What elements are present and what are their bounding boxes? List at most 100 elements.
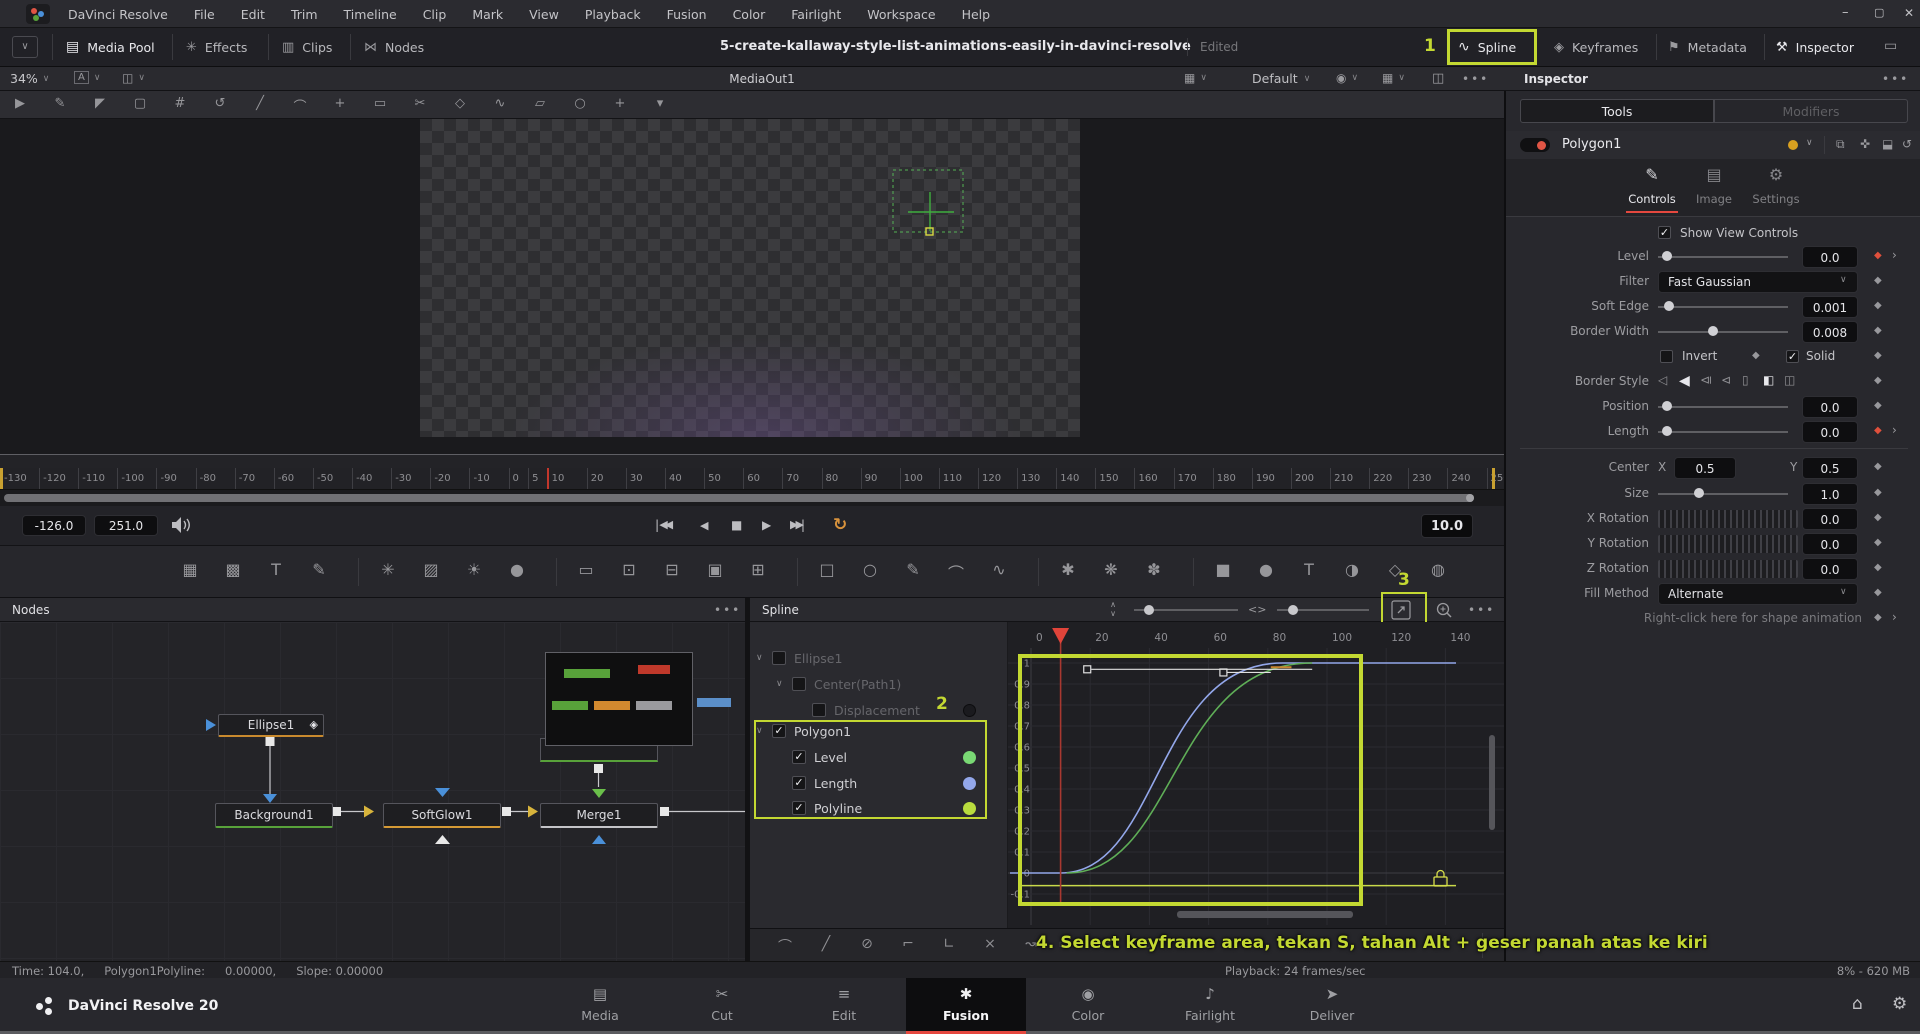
spline-hzoom-knob[interactable] — [1288, 605, 1298, 615]
level-field[interactable]: 0.0 — [1802, 246, 1858, 268]
spline-tool-icon-2[interactable]: ╱ — [816, 936, 836, 952]
loop-button[interactable]: ↻ — [833, 515, 847, 535]
menu-file[interactable]: File — [194, 7, 215, 22]
favorite-tool-icon-3[interactable]: T — [264, 560, 288, 579]
play-button[interactable]: ▶ — [762, 518, 771, 532]
viewer-tool-icon-12[interactable]: ◇ — [450, 96, 470, 111]
scrollbar-handle-dot[interactable] — [1466, 494, 1474, 502]
checkbox-displacement[interactable] — [812, 703, 826, 717]
x-rotation-thumbwheel[interactable] — [1658, 510, 1798, 528]
scrollbar-thumb[interactable] — [4, 494, 1474, 502]
favorite-tool-icon-14[interactable]: ▣ — [703, 560, 727, 579]
favorite-tool-icon-13[interactable]: ⊟ — [660, 560, 684, 579]
viewer-tool-icon-9[interactable]: + — [330, 96, 350, 111]
border-style-option-6[interactable]: ◧ — [1763, 373, 1774, 387]
keyframe-diamond[interactable]: ◆ — [1874, 562, 1882, 573]
spline-tool-icon-6[interactable]: × — [980, 936, 1000, 952]
favorite-tool-icon-6[interactable]: ✳ — [376, 560, 400, 579]
viewer-tool-icon-5[interactable]: # — [170, 96, 190, 111]
menu-help[interactable]: Help — [962, 7, 991, 22]
viewer-tool-icon-4[interactable]: ▢ — [130, 96, 150, 111]
filter-dropdown[interactable]: Fast Gaussian — [1658, 271, 1858, 293]
keyframe-diamond[interactable]: ◆ — [1874, 537, 1882, 548]
slider-knob-soft-edge[interactable] — [1664, 301, 1674, 311]
favorite-tool-icon-4[interactable]: ✎ — [307, 560, 331, 579]
menu-fusion[interactable]: Fusion — [667, 7, 707, 22]
spline-vzoom-knob[interactable] — [1144, 605, 1154, 615]
keyframe-diamond[interactable]: ◆ — [1874, 275, 1882, 286]
favorite-tool-icon-32[interactable]: ◍ — [1426, 560, 1450, 579]
media-pool-button[interactable]: ▤ Media Pool — [66, 36, 155, 58]
slider-track-length[interactable] — [1658, 431, 1788, 433]
favorite-tool-icon-15[interactable]: ⊞ — [746, 560, 770, 579]
viewer-tool-icon-7[interactable]: ╱ — [250, 96, 270, 111]
spline-tool-icon-4[interactable]: ⌐ — [898, 936, 918, 952]
z-rotation-field[interactable]: 0.0 — [1802, 558, 1858, 580]
size-field[interactable]: 1.0 — [1802, 483, 1858, 505]
window-close-button[interactable]: ✕ — [1904, 6, 1914, 20]
viewer-bottom-splitter[interactable] — [0, 454, 1504, 455]
favorite-tool-icon-11[interactable]: ▭ — [574, 560, 598, 579]
slider-knob-position[interactable] — [1662, 401, 1672, 411]
viewer-tool-icon-8[interactable]: ⌒ — [290, 96, 310, 115]
keyframe-diamond[interactable]: ◆ — [1874, 487, 1882, 498]
favorite-tool-icon-2[interactable]: ▩ — [221, 560, 245, 579]
viewer-tool-icon-11[interactable]: ✂ — [410, 96, 430, 111]
spline-tree-item-ellipse1[interactable]: ∨Ellipse1 — [750, 648, 1008, 670]
checkbox-center-path1-[interactable] — [792, 677, 806, 691]
y-rotation-thumbwheel[interactable] — [1658, 535, 1798, 553]
page-tab-deliver[interactable]: ➤Deliver — [1272, 978, 1392, 1031]
page-tab-fairlight[interactable]: ♪Fairlight — [1150, 978, 1270, 1031]
menu-trim[interactable]: Trim — [291, 7, 318, 22]
menu-davinci-resolve[interactable]: DaVinci Resolve — [68, 7, 168, 22]
step-back-button[interactable]: ◀ — [700, 519, 708, 532]
window-maximize-button[interactable]: ▢ — [1874, 6, 1884, 19]
page-tab-fusion[interactable]: ✱Fusion — [906, 978, 1026, 1031]
spline-tool-icon-5[interactable]: ∟ — [939, 936, 959, 952]
favorite-tool-icon-21[interactable]: ∿ — [987, 560, 1011, 579]
slider-track-level[interactable] — [1658, 256, 1788, 258]
slider-track-soft-edge[interactable] — [1658, 306, 1788, 308]
viewer-lut-dropdown[interactable]: Default ∨ — [1252, 71, 1310, 86]
chevron-right-icon[interactable]: › — [1892, 248, 1897, 262]
x-rotation-field[interactable]: 0.0 — [1802, 508, 1858, 530]
keyframe-diamond[interactable]: ◆ — [1752, 350, 1760, 361]
spline-vscrollbar[interactable] — [1489, 735, 1495, 830]
effects-button[interactable]: ✳ Effects — [186, 36, 247, 58]
favorite-tool-icon-18[interactable]: ○ — [858, 560, 882, 579]
node-merge1[interactable]: Merge1 — [540, 803, 658, 828]
favorite-tool-icon-17[interactable]: □ — [815, 560, 839, 579]
viewer-tool-icon-3[interactable]: ◤ — [90, 96, 110, 111]
metadata-button[interactable]: ⚑ Metadata — [1668, 36, 1747, 58]
menu-clip[interactable]: Clip — [423, 7, 447, 22]
viewer-tool-icon-2[interactable]: ✎ — [50, 96, 70, 111]
menu-timeline[interactable]: Timeline — [344, 7, 397, 22]
keyframe-diamond[interactable]: ◆ — [1874, 300, 1882, 311]
favorite-tool-icon-25[interactable]: ✽ — [1142, 560, 1166, 579]
timeline-playhead[interactable] — [547, 468, 549, 490]
border-width-field[interactable]: 0.008 — [1802, 321, 1858, 343]
solid-checkbox[interactable]: ✓ — [1786, 350, 1799, 363]
menu-playback[interactable]: Playback — [585, 7, 641, 22]
goto-start-button[interactable]: |◀◀ — [655, 517, 670, 532]
settings-gear-icon[interactable]: ⚙ — [1892, 994, 1907, 1014]
favorite-tool-icon-20[interactable]: ⌒ — [944, 560, 968, 584]
page-tab-color[interactable]: ◉Color — [1028, 978, 1148, 1031]
keyframe-diamond[interactable]: ◆ — [1874, 350, 1882, 361]
keyframe-diamond[interactable]: ◆ — [1874, 612, 1882, 623]
favorite-tool-icon-12[interactable]: ⊡ — [617, 560, 641, 579]
viewer-mask-dropdown[interactable]: ◉ ∨ — [1336, 71, 1358, 85]
menu-mark[interactable]: Mark — [472, 7, 503, 22]
keyframes-button[interactable]: ◈ Keyframes — [1554, 36, 1638, 58]
node-background1[interactable]: Background1 — [215, 803, 333, 828]
range-start-field[interactable]: -126.0 — [22, 515, 86, 536]
z-rotation-thumbwheel[interactable] — [1658, 560, 1798, 578]
checkbox-ellipse1[interactable] — [772, 651, 786, 665]
range-end-field[interactable]: 251.0 — [94, 515, 158, 536]
stop-button[interactable]: ■ — [731, 518, 742, 532]
node-softglow1[interactable]: SoftGlow1 — [383, 803, 501, 828]
favorite-tool-icon-8[interactable]: ☀ — [462, 560, 486, 579]
clean-feed-icon[interactable]: ▭ — [1884, 38, 1897, 54]
node-ellipse1[interactable]: Ellipse1◈ — [218, 714, 324, 737]
border-style-option-4[interactable]: ⊲ — [1721, 373, 1731, 387]
